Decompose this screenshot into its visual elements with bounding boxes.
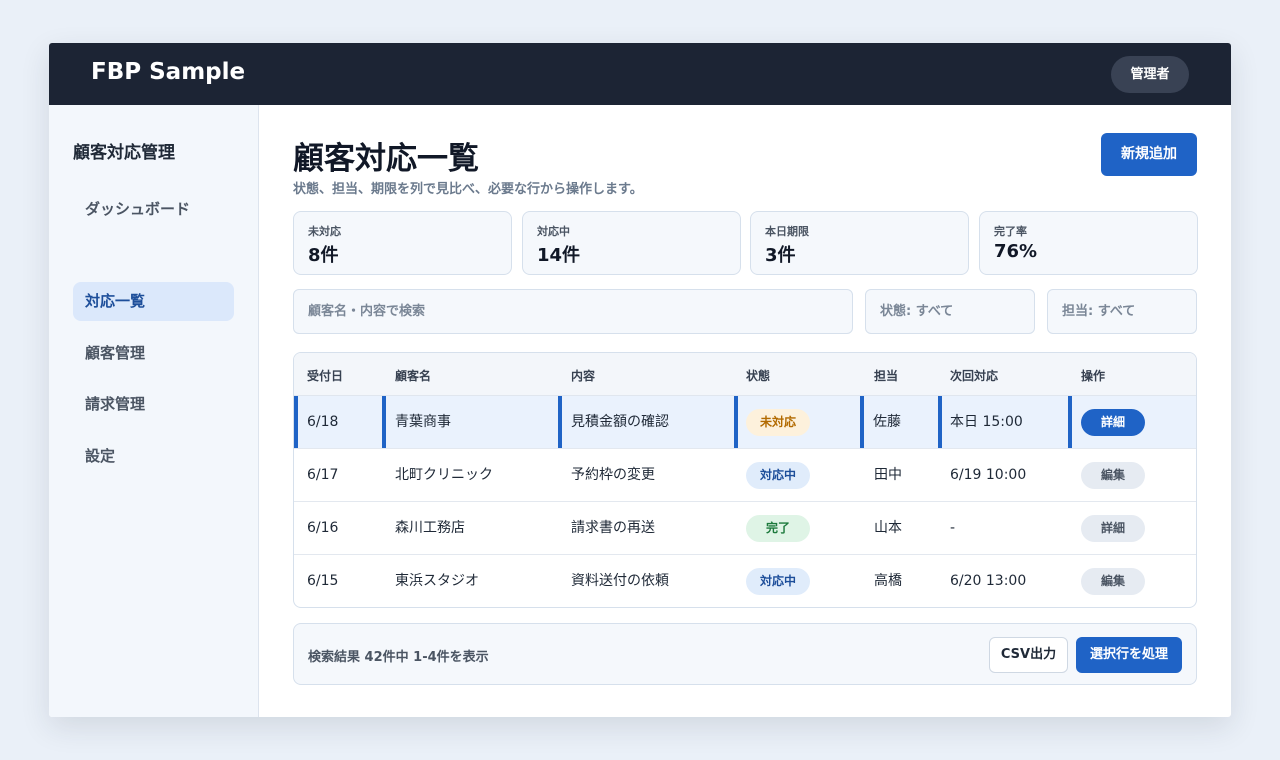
sidebar-item-billing[interactable]: 請求管理 [73, 385, 234, 424]
cell-customer: 北町クリニック [395, 467, 493, 483]
sidebar-item-list[interactable]: 対応一覧 [73, 282, 234, 321]
cell-date: 6/15 [307, 573, 339, 589]
stat-card-completion-rate: 完了率 76% [979, 211, 1198, 275]
brand-title: FBP Sample [91, 59, 246, 85]
column-header-content[interactable]: 内容 [571, 367, 595, 384]
row-edit-button[interactable]: 編集 [1081, 462, 1145, 489]
cell-content: 予約枠の変更 [571, 467, 655, 483]
column-header-date[interactable]: 受付日 [307, 367, 343, 384]
sidebar: 顧客対応管理 ダッシュボード 対応一覧 顧客管理 請求管理 設定 [49, 105, 259, 717]
assignee-filter-select[interactable]: 担当: すべて [1047, 289, 1197, 334]
row-detail-button[interactable]: 詳細 [1081, 515, 1145, 542]
sidebar-item-dashboard[interactable]: ダッシュボード [73, 190, 234, 229]
cell-content: 見積金額の確認 [558, 396, 734, 448]
user-menu-button[interactable]: 管理者 [1111, 56, 1189, 93]
app-window: FBP Sample 管理者 顧客対応管理 ダッシュボード 対応一覧 顧客管理 … [49, 43, 1231, 717]
column-header-next[interactable]: 次回対応 [950, 367, 998, 384]
cell-next: - [950, 520, 956, 536]
stat-value: 76% [994, 241, 1038, 262]
stat-label: 本日期限 [765, 225, 809, 238]
cell-next: 6/19 10:00 [950, 467, 1027, 483]
status-badge: 対応中 [746, 568, 810, 595]
cases-table: 受付日 顧客名 内容 状態 担当 次回対応 操作 6/18 青葉商事 見積金額の… [293, 352, 1197, 608]
stat-label: 完了率 [994, 225, 1027, 238]
csv-export-button[interactable]: CSV出力 [989, 637, 1068, 673]
table-row[interactable]: 6/15 東浜スタジオ 資料送付の依頼 対応中 高橋 6/20 13:00 編集 [294, 555, 1196, 607]
cell-assignee: 佐藤 [860, 396, 938, 448]
page-title: 顧客対応一覧 [293, 141, 479, 177]
column-header-actions: 操作 [1081, 369, 1106, 383]
table-row[interactable]: 6/17 北町クリニック 予約枠の変更 対応中 田中 6/19 10:00 編集 [294, 449, 1196, 502]
stat-label: 未対応 [308, 225, 341, 238]
top-bar: FBP Sample 管理者 [49, 43, 1231, 105]
status-badge: 完了 [746, 515, 810, 542]
table-footer: 検索結果 42件中 1-4件を表示 CSV出力 選択行を処理 [293, 623, 1197, 685]
stat-card-due-today: 本日期限 3件 [750, 211, 969, 275]
sidebar-item-settings[interactable]: 設定 [73, 437, 234, 476]
cell-customer: 森川工務店 [395, 520, 465, 536]
stat-value: 8件 [308, 245, 339, 266]
add-new-button[interactable]: 新規追加 [1101, 133, 1197, 176]
stat-value: 3件 [765, 245, 796, 266]
column-header-customer[interactable]: 顧客名 [395, 367, 431, 384]
status-badge: 未対応 [746, 409, 810, 436]
main-content: 顧客対応一覧 状態、担当、期限を列で見比べ、必要な行から操作します。 新規追加 … [259, 105, 1231, 717]
sidebar-title: 顧客対応管理 [73, 143, 175, 163]
status-filter-select[interactable]: 状態: すべて [865, 289, 1035, 334]
cell-next: 6/20 13:00 [950, 573, 1027, 589]
stat-value: 14件 [537, 245, 581, 266]
column-header-assignee[interactable]: 担当 [874, 367, 898, 384]
page-subtitle: 状態、担当、期限を列で見比べ、必要な行から操作します。 [293, 182, 643, 197]
cell-date: 6/16 [307, 520, 339, 536]
cell-content: 資料送付の依頼 [571, 573, 669, 589]
column-header-status[interactable]: 状態 [746, 367, 770, 384]
status-badge: 対応中 [746, 462, 810, 489]
process-selected-button[interactable]: 選択行を処理 [1076, 637, 1182, 673]
cell-date: 6/17 [307, 467, 339, 483]
cell-content: 請求書の再送 [571, 520, 655, 536]
row-edit-button[interactable]: 編集 [1081, 568, 1145, 595]
cell-customer: 青葉商事 [382, 396, 558, 448]
search-input[interactable]: 顧客名・内容で検索 [293, 289, 853, 334]
table-row[interactable]: 6/18 青葉商事 見積金額の確認 未対応 佐藤 本日 15:00 詳細 [294, 396, 1196, 449]
table-row[interactable]: 6/16 森川工務店 請求書の再送 完了 山本 - 詳細 [294, 502, 1196, 555]
stat-card-in-progress: 対応中 14件 [522, 211, 741, 275]
result-count: 検索結果 42件中 1-4件を表示 [308, 650, 489, 665]
stat-card-open: 未対応 8件 [293, 211, 512, 275]
cell-date: 6/18 [294, 396, 382, 448]
cell-assignee: 高橋 [874, 573, 902, 589]
row-detail-button[interactable]: 詳細 [1081, 409, 1145, 436]
cell-customer: 東浜スタジオ [395, 573, 479, 589]
sidebar-item-customers[interactable]: 顧客管理 [73, 334, 234, 373]
cell-assignee: 田中 [874, 467, 902, 483]
table-header: 受付日 顧客名 内容 状態 担当 次回対応 操作 [294, 353, 1196, 396]
stat-label: 対応中 [537, 225, 570, 238]
cell-next: 本日 15:00 [938, 396, 1068, 448]
cell-assignee: 山本 [874, 520, 902, 536]
